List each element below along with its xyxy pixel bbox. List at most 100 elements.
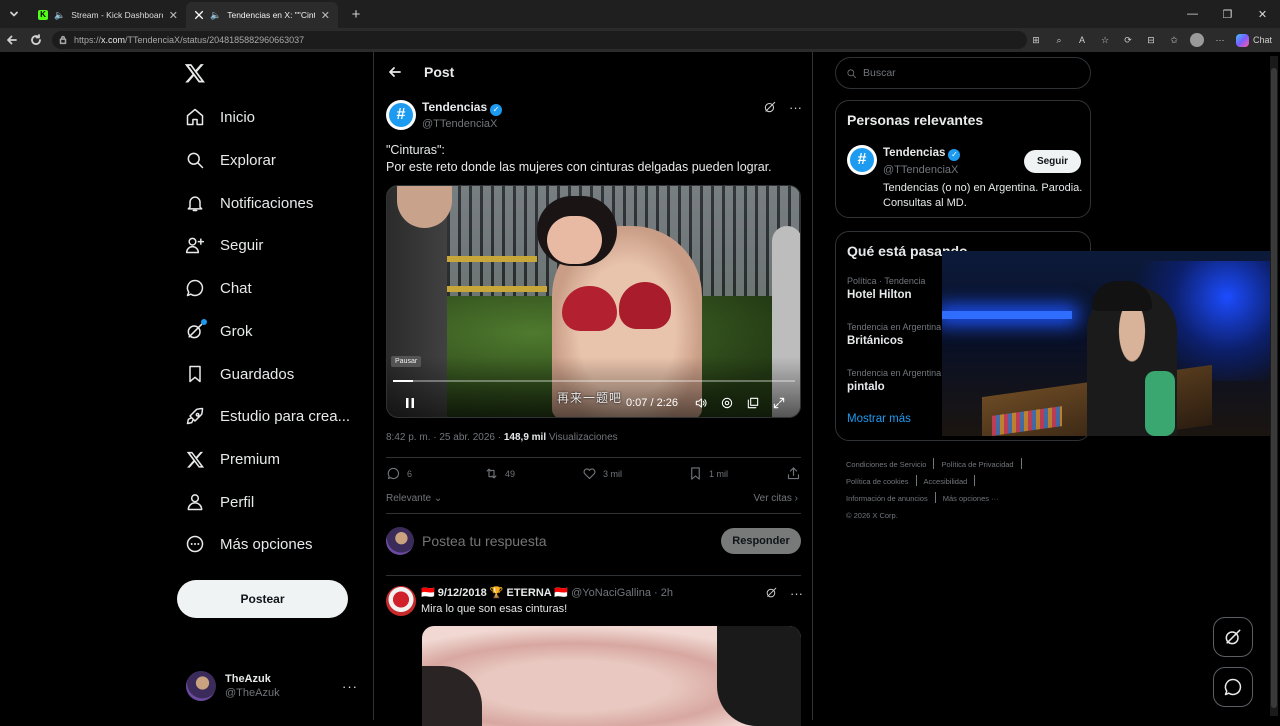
account-name: TheAzuk bbox=[225, 673, 271, 685]
more-icon[interactable]: ··· bbox=[789, 100, 802, 115]
reply-button[interactable]: 6 bbox=[386, 466, 484, 481]
sidebar-item-inicio[interactable]: Inicio bbox=[184, 106, 255, 128]
volume-button[interactable] bbox=[688, 396, 714, 410]
scrollbar-thumb[interactable] bbox=[1271, 68, 1277, 708]
reply-author-name[interactable]: 🇮🇩 9/12/2018 🏆 ETERNA 🇮🇩 bbox=[421, 587, 568, 599]
footer-link[interactable]: Política de Privacidad bbox=[941, 460, 1013, 469]
miniplayer-button[interactable] bbox=[740, 396, 766, 410]
profile-avatar[interactable] bbox=[1189, 33, 1204, 47]
fullscreen-icon bbox=[773, 397, 785, 409]
restore-button[interactable]: ❐ bbox=[1210, 0, 1245, 28]
tab-actions-menu[interactable] bbox=[3, 4, 25, 24]
video-player[interactable]: Pausar 再来一题吧 0:07 / 2:26 bbox=[386, 185, 801, 418]
close-window-button[interactable]: ✕ bbox=[1245, 0, 1280, 28]
reply-author-handle[interactable]: @YoNaciGallina · 2h bbox=[571, 587, 673, 599]
grok-floating-button[interactable] bbox=[1213, 617, 1253, 657]
more-icon: ··· bbox=[342, 678, 358, 694]
engagement-bar: 6 49 3 mil 1 mil bbox=[386, 466, 801, 481]
back-button[interactable] bbox=[0, 34, 24, 46]
copilot-chat-button[interactable]: Chat bbox=[1235, 33, 1272, 47]
post-author: Tendencias ✓ @TTendenciaX bbox=[422, 100, 503, 130]
address-bar[interactable]: https://x.com/TTendenciaX/status/2048185… bbox=[52, 31, 1027, 49]
view-quotes-link[interactable]: Ver citas › bbox=[754, 493, 798, 504]
account-switcher[interactable]: TheAzuk @TheAzuk ··· bbox=[186, 669, 358, 703]
sidebar-item-guardados[interactable]: Guardados bbox=[184, 363, 294, 385]
site-info-icon[interactable] bbox=[58, 35, 68, 45]
split-screen-icon[interactable]: ⊟ bbox=[1144, 35, 1158, 46]
repost-icon bbox=[486, 468, 497, 479]
bookmark-button[interactable]: 1 mil bbox=[688, 466, 786, 481]
trend-item[interactable]: Tendencia en Argentina Británicos bbox=[847, 322, 941, 347]
favorite-star-icon[interactable]: ☆ bbox=[1098, 35, 1112, 46]
like-button[interactable]: 3 mil bbox=[582, 466, 688, 481]
hashtag-icon: # bbox=[850, 148, 874, 172]
reply-media[interactable] bbox=[422, 626, 801, 726]
sidebar-item-seguir[interactable]: Seguir bbox=[184, 234, 263, 256]
repost-button[interactable]: 49 bbox=[484, 466, 582, 481]
close-tab-icon[interactable]: ✕ bbox=[321, 9, 330, 22]
sidebar-item-notificaciones[interactable]: Notificaciones bbox=[184, 192, 313, 214]
sidebar-item-chat[interactable]: Chat bbox=[184, 277, 252, 299]
x-logo-icon[interactable] bbox=[184, 62, 210, 88]
footer-link[interactable]: Política de cookies bbox=[846, 477, 909, 486]
kick-favicon-icon: K bbox=[38, 10, 48, 20]
sidebar-item-explorar[interactable]: Explorar bbox=[184, 149, 276, 171]
person-name[interactable]: Tendencias bbox=[883, 147, 945, 159]
more-menu-icon[interactable]: ··· bbox=[1213, 35, 1227, 45]
favorites-icon[interactable]: ✩ bbox=[1167, 35, 1181, 46]
new-tab-button[interactable]: + bbox=[344, 6, 368, 23]
search-input[interactable]: Buscar bbox=[835, 57, 1091, 89]
minimize-button[interactable]: — bbox=[1175, 0, 1210, 28]
account-handle: @TheAzuk bbox=[225, 687, 280, 699]
fullscreen-button[interactable] bbox=[766, 396, 792, 410]
sidebar-item-mas-opciones[interactable]: Más opciones bbox=[184, 533, 313, 555]
footer-link[interactable]: Accesibilidad bbox=[924, 477, 968, 486]
speaker-icon: 🔈 bbox=[210, 9, 222, 20]
left-navigation: Inicio Explorar Notificaciones Seguir Ch… bbox=[0, 52, 373, 720]
footer-link[interactable]: Más opciones ··· bbox=[943, 494, 999, 503]
video-progress-bar[interactable] bbox=[393, 380, 795, 382]
browser-toolbar: https://x.com/TTendenciaX/status/2048185… bbox=[0, 28, 1280, 52]
trend-item[interactable]: Política · Tendencia Hotel Hilton bbox=[847, 276, 925, 301]
author-handle[interactable]: @TTendenciaX bbox=[422, 118, 502, 130]
footer-link[interactable]: Información de anuncios bbox=[846, 494, 928, 503]
avatar[interactable]: # bbox=[847, 145, 877, 175]
post-button[interactable]: Postear bbox=[177, 580, 348, 618]
reply-button[interactable]: Responder bbox=[721, 528, 801, 554]
sidebar-item-grok[interactable]: Grok bbox=[184, 319, 253, 342]
close-tab-icon[interactable]: ✕ bbox=[169, 9, 178, 22]
browser-tab-x[interactable]: 🔈 Tendencias en X: ""Cinturas": F ✕ bbox=[186, 2, 338, 28]
avatar[interactable] bbox=[386, 586, 416, 616]
page-scrollbar[interactable] bbox=[1270, 56, 1278, 716]
footer-link[interactable]: Condiciones de Servicio bbox=[846, 460, 926, 469]
timestamp-text[interactable]: 8:42 p. m. · 25 abr. 2026 · bbox=[386, 432, 504, 443]
tab-title: Tendencias en X: ""Cinturas": F bbox=[227, 10, 315, 20]
follow-button[interactable]: Seguir bbox=[1024, 150, 1081, 173]
post-header: Post bbox=[388, 64, 454, 80]
app-available-icon[interactable]: ⊞ bbox=[1029, 35, 1043, 46]
show-more-link[interactable]: Mostrar más bbox=[847, 413, 911, 425]
grok-icon[interactable] bbox=[763, 100, 777, 115]
avatar[interactable]: # bbox=[386, 100, 416, 130]
share-button[interactable] bbox=[786, 466, 801, 481]
zoom-icon[interactable]: ⌕ bbox=[1052, 35, 1066, 46]
settings-button[interactable] bbox=[714, 396, 740, 410]
grok-icon[interactable] bbox=[765, 586, 778, 601]
reply-input[interactable] bbox=[422, 533, 713, 549]
sidebar-item-estudio[interactable]: Estudio para crea... bbox=[184, 405, 350, 427]
extension-icon[interactable]: ⟳ bbox=[1121, 35, 1135, 46]
more-icon[interactable]: ··· bbox=[790, 586, 803, 601]
sidebar-item-premium[interactable]: Premium bbox=[184, 448, 280, 470]
video-time: 0:07 / 2:26 bbox=[626, 397, 678, 409]
browser-tab-kick[interactable]: K 🔈 Stream - Kick Dashboard ✕ bbox=[30, 2, 186, 28]
nav-label: Seguir bbox=[220, 236, 264, 254]
read-aloud-icon[interactable]: A bbox=[1075, 35, 1089, 45]
pause-button[interactable] bbox=[397, 397, 423, 409]
author-name[interactable]: Tendencias bbox=[422, 100, 487, 114]
back-arrow-icon[interactable] bbox=[388, 65, 402, 79]
sort-dropdown[interactable]: Relevante ⌄ bbox=[386, 493, 442, 504]
sidebar-item-perfil[interactable]: Perfil bbox=[184, 491, 254, 513]
messages-floating-button[interactable] bbox=[1213, 667, 1253, 707]
reload-button[interactable] bbox=[24, 34, 48, 46]
trend-item[interactable]: Tendencia en Argentina pintalo bbox=[847, 368, 941, 393]
